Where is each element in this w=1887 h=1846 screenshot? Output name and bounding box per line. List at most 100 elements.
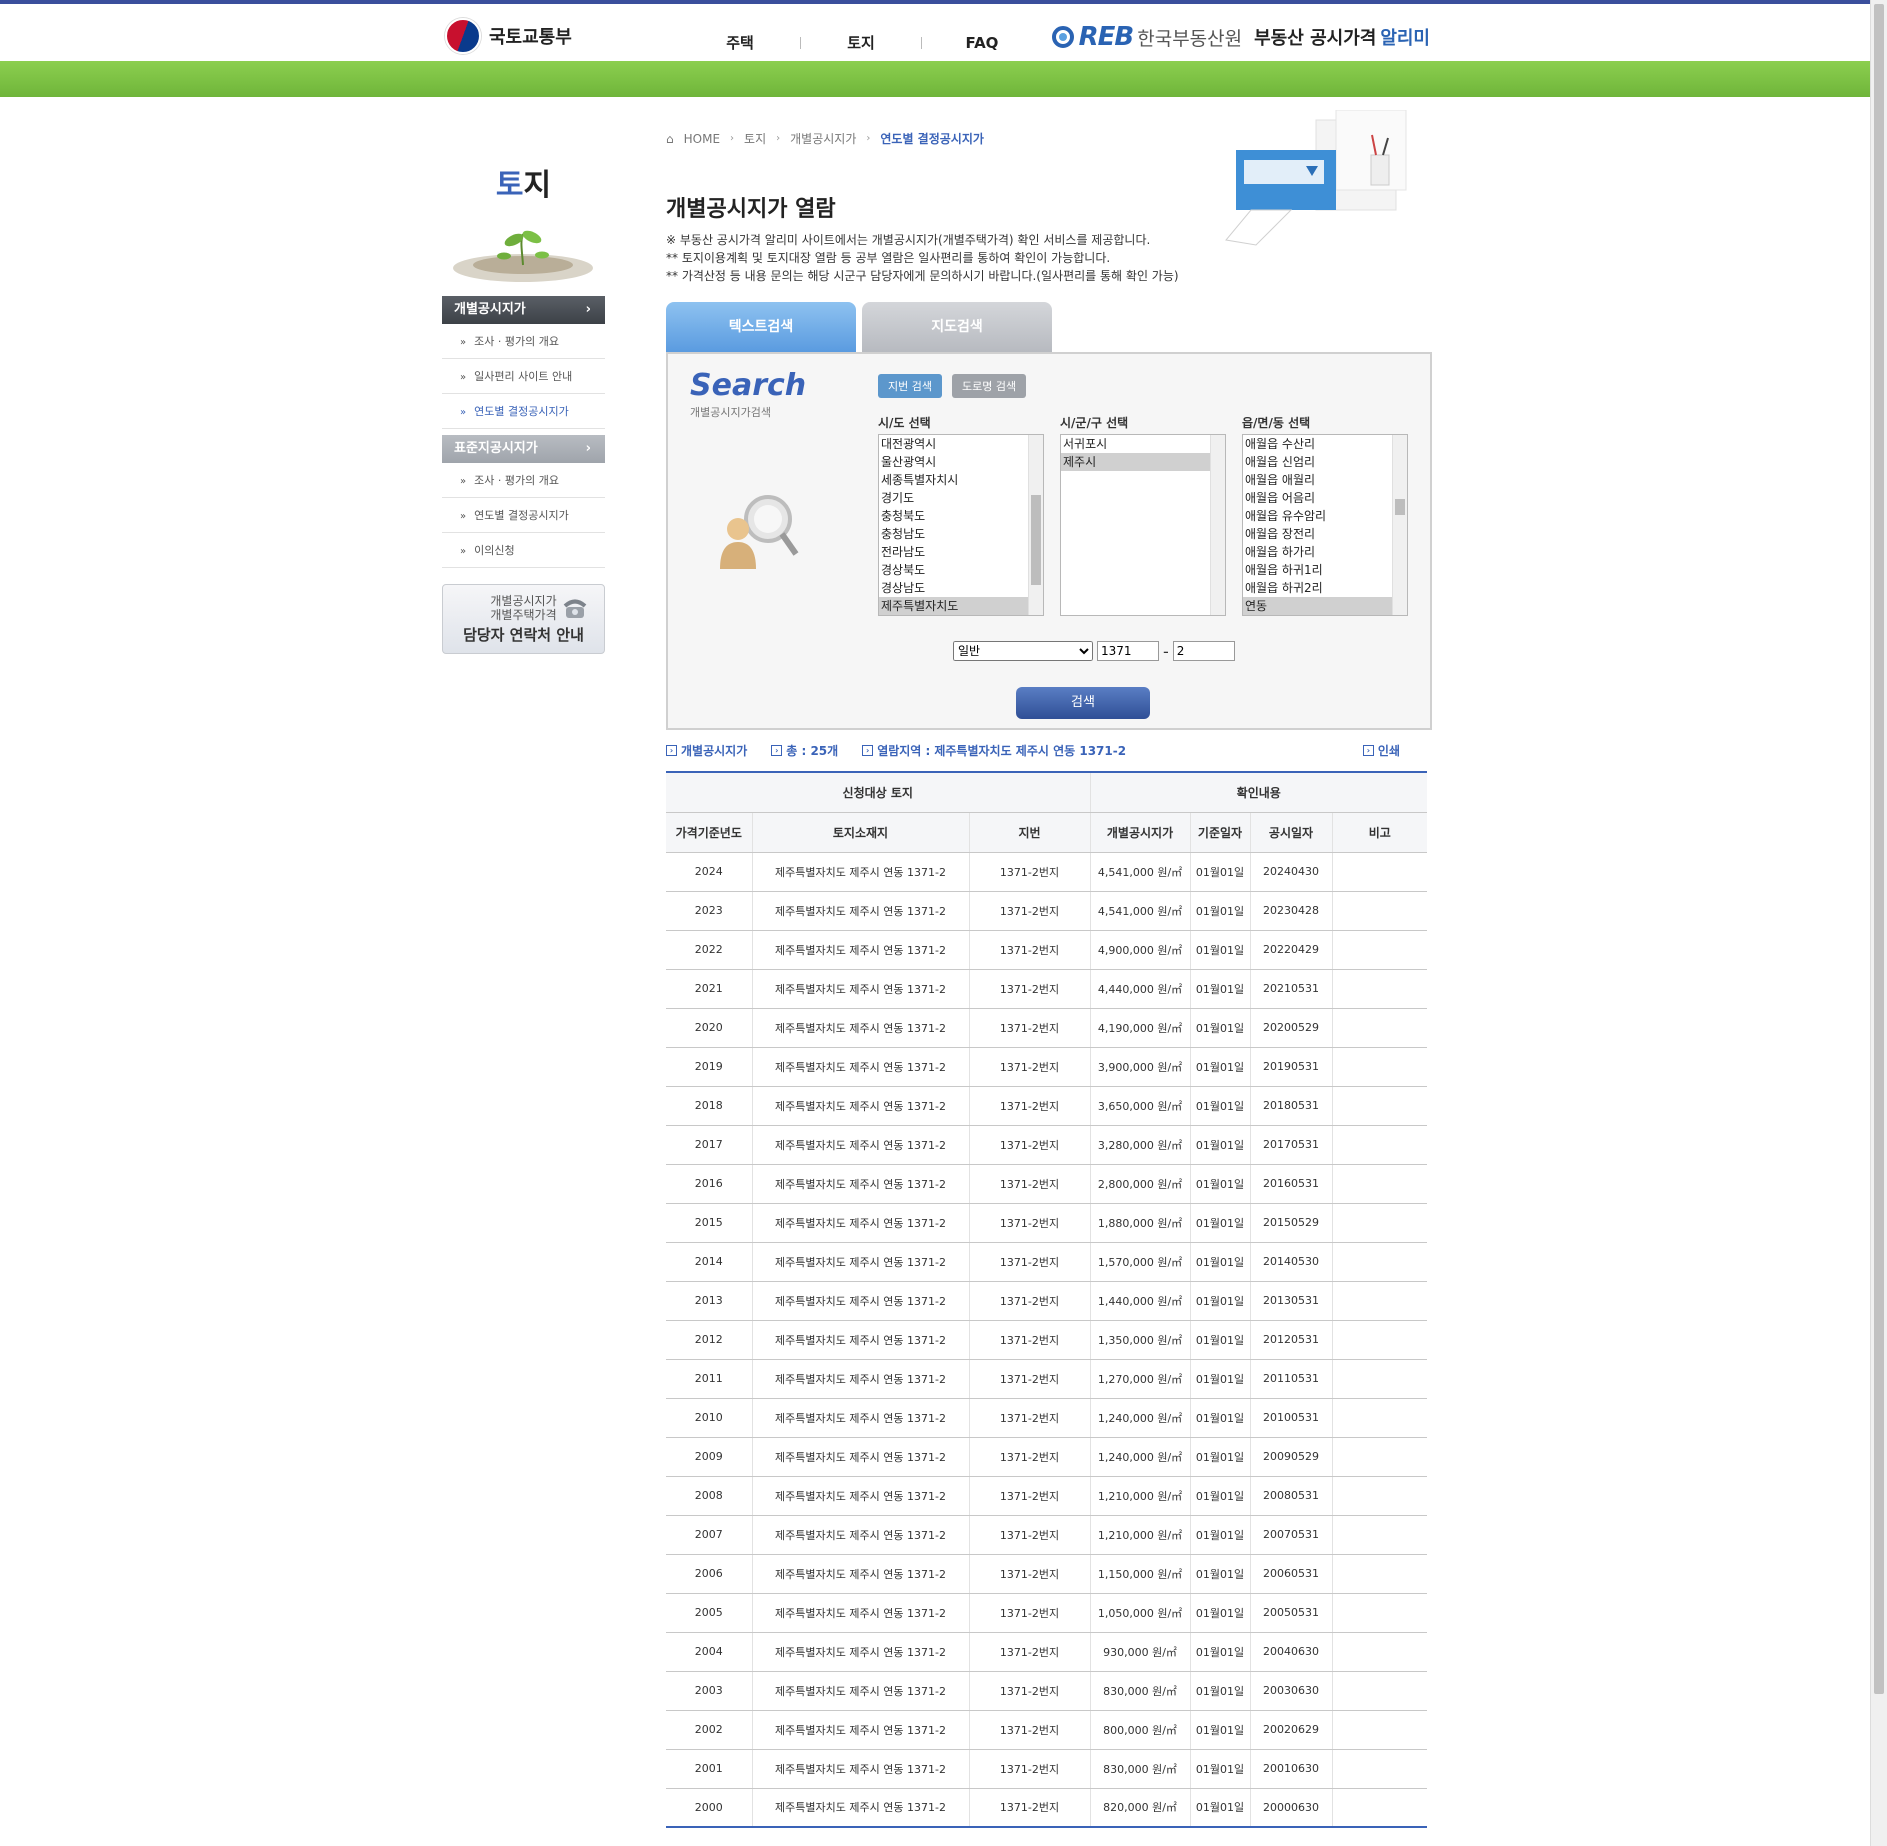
nav-faq[interactable]: FAQ — [922, 34, 1042, 52]
info-total: › 총 : 25개 — [771, 742, 838, 759]
dong-listbox[interactable]: 애월읍 수산리 애월읍 신엄리 애월읍 애월리 애월읍 어음리 애월읍 유수암리 애월읍 … — [1242, 434, 1408, 616]
sprout-illustration-icon — [442, 210, 605, 290]
cell-remarks — [1332, 969, 1427, 1009]
ministry-logo[interactable]: 국토교통부 — [445, 18, 572, 54]
cell-location: 제주특별자치도 제주시 연동 1371-2 — [752, 1203, 970, 1243]
taeguk-emblem-icon — [445, 18, 481, 54]
tab-map-search[interactable]: 지도검색 — [862, 302, 1052, 352]
listbox-option[interactable]: 경상북도 — [879, 561, 1043, 579]
listbox-option[interactable]: 제주시 — [1061, 453, 1225, 471]
cell-jibun: 1371-2번지 — [969, 1554, 1091, 1594]
listbox-option[interactable]: 대전광역시 — [879, 435, 1043, 453]
listbox-option[interactable]: 애월읍 어음리 — [1243, 489, 1407, 507]
col-header-notice-date: 공시일자 — [1250, 812, 1333, 853]
listbox-option[interactable]: 연동 — [1243, 597, 1407, 615]
listbox-option[interactable]: 제주특별자치도 — [879, 597, 1043, 615]
cell-remarks — [1332, 1047, 1427, 1087]
cell-base-date: 01월01일 — [1190, 1359, 1251, 1399]
cell-year: 2020 — [666, 1008, 753, 1048]
table-row: 2009 제주특별자치도 제주시 연동 1371-2 1371-2번지 1,240,0… — [666, 1437, 1427, 1477]
table-row: 2015 제주특별자치도 제주시 연동 1371-2 1371-2번지 1,880,0… — [666, 1203, 1427, 1243]
table-row: 2000 제주특별자치도 제주시 연동 1371-2 1371-2번지 820,000… — [666, 1788, 1427, 1828]
cell-jibun: 1371-2번지 — [969, 1242, 1091, 1282]
listbox-option[interactable]: 경기도 — [879, 489, 1043, 507]
note-line: ** 가격산정 등 내용 문의는 해당 시군구 담당자에게 문의하시기 바랍니다… — [666, 269, 1179, 283]
lnb-item-std-survey-overview[interactable]: 조사 · 평가의 개요 — [442, 463, 605, 498]
tab-text-search[interactable]: 텍스트검색 — [666, 302, 856, 352]
cell-base-date: 01월01일 — [1190, 1281, 1251, 1321]
lnb-head-individual-land-price[interactable]: 개별공시지가 › — [442, 296, 605, 324]
reb-mark: REB — [1078, 22, 1135, 52]
bonbun-input[interactable] — [1097, 641, 1159, 661]
scrollbar-thumb[interactable] — [1874, 4, 1884, 1694]
listbox-option[interactable]: 애월읍 장전리 — [1243, 525, 1407, 543]
cell-year: 2000 — [666, 1788, 753, 1828]
cell-notice-date: 20000630 — [1250, 1788, 1333, 1828]
land-type-select[interactable]: 일반 — [953, 641, 1093, 661]
cell-jibun: 1371-2번지 — [969, 1125, 1091, 1165]
listbox-option[interactable]: 서귀포시 — [1061, 435, 1225, 453]
listbox-option[interactable]: 충청북도 — [879, 507, 1043, 525]
cell-location: 제주특별자치도 제주시 연동 1371-2 — [752, 969, 970, 1009]
listbox-scrollbar[interactable] — [1392, 435, 1407, 615]
cell-location: 제주특별자치도 제주시 연동 1371-2 — [752, 1086, 970, 1126]
listbox-option[interactable]: 애월읍 하가리 — [1243, 543, 1407, 561]
sido-listbox[interactable]: 대전광역시 울산광역시 세종특별자치시 경기도 충청북도 충청남도 전라남도 경상북도 경상남도… — [878, 434, 1044, 616]
listbox-option[interactable]: 애월읍 하귀1리 — [1243, 561, 1407, 579]
table-row: 2012 제주특별자치도 제주시 연동 1371-2 1371-2번지 1,350,0… — [666, 1320, 1427, 1360]
breadcrumb-arrow-icon: › — [866, 133, 871, 144]
lnb-item-yearly-price[interactable]: 연도별 결정공시지가 — [442, 394, 605, 429]
cell-remarks — [1332, 1554, 1427, 1594]
page-scrollbar[interactable] — [1870, 0, 1887, 1846]
cell-remarks — [1332, 1593, 1427, 1633]
nav-land[interactable]: 토지 — [801, 32, 921, 53]
bubun-input[interactable] — [1172, 641, 1235, 661]
listbox-option[interactable]: 애월읍 신엄리 — [1243, 453, 1407, 471]
listbox-scrollbar[interactable] — [1210, 435, 1225, 615]
contact-guide-banner[interactable]: 개별공시지가 개별주택가격 담당자 연락처 안내 — [442, 584, 605, 654]
cell-base-date: 01월01일 — [1190, 1749, 1251, 1789]
lnb-item-objection[interactable]: 이의신청 — [442, 533, 605, 568]
road-search-button[interactable]: 도로명 검색 — [951, 374, 1027, 398]
nav-housing[interactable]: 주택 — [680, 32, 800, 53]
home-icon: ⌂ — [666, 131, 674, 146]
info-label: › 개별공시지가 — [666, 742, 747, 759]
listbox-option[interactable]: 전라남도 — [879, 543, 1043, 561]
print-button[interactable]: › 인쇄 — [1362, 742, 1400, 759]
listbox-option[interactable]: 애월읍 애월리 — [1243, 471, 1407, 489]
cell-notice-date: 20070531 — [1250, 1515, 1333, 1555]
contact-line-3: 담당자 연락처 안내 — [463, 625, 584, 644]
cell-base-date: 01월01일 — [1190, 1125, 1251, 1165]
listbox-option[interactable]: 애월읍 유수암리 — [1243, 507, 1407, 525]
lnb-head-standard-land-price[interactable]: 표준지공시지가 › — [442, 435, 605, 463]
breadcrumb-home[interactable]: HOME — [684, 132, 720, 146]
jibun-search-button[interactable]: 지번 검색 — [878, 374, 942, 398]
user-magnifier-icon — [708, 484, 808, 584]
cell-price: 1,210,000 원/㎡ — [1090, 1515, 1191, 1555]
sigungu-listbox[interactable]: 서귀포시 제주시 — [1060, 434, 1226, 616]
search-submit-button[interactable]: 검색 — [1016, 687, 1150, 719]
listbox-option[interactable]: 애월읍 하귀2리 — [1243, 579, 1407, 597]
cell-price: 800,000 원/㎡ — [1090, 1710, 1191, 1750]
listbox-option[interactable]: 울산광역시 — [879, 453, 1043, 471]
col-header-price: 개별공시지가 — [1090, 812, 1191, 853]
listbox-scrollbar[interactable] — [1028, 435, 1043, 615]
reb-logo[interactable]: REB 한국부동산원 부동산 공시가격 알리미 — [1051, 22, 1430, 52]
lnb-item-survey-overview[interactable]: 조사 · 평가의 개요 — [442, 324, 605, 359]
cell-year: 2018 — [666, 1086, 753, 1126]
cell-base-date: 01월01일 — [1190, 930, 1251, 970]
breadcrumb-individual[interactable]: 개별공시지가 — [790, 130, 856, 147]
lnb-item-ilsa-guide[interactable]: 일사편리 사이트 안내 — [442, 359, 605, 394]
cell-notice-date: 20030630 — [1250, 1671, 1333, 1711]
listbox-option[interactable]: 충청남도 — [879, 525, 1043, 543]
cell-remarks — [1332, 1671, 1427, 1711]
lnb-item-std-yearly-price[interactable]: 연도별 결정공시지가 — [442, 498, 605, 533]
listbox-option[interactable]: 세종특별자치시 — [879, 471, 1043, 489]
breadcrumb-land[interactable]: 토지 — [744, 130, 766, 147]
listbox-option[interactable]: 애월읍 수산리 — [1243, 435, 1407, 453]
cell-base-date: 01월01일 — [1190, 852, 1251, 892]
cell-base-date: 01월01일 — [1190, 1008, 1251, 1048]
phone-icon — [563, 599, 587, 618]
cell-year: 2010 — [666, 1398, 753, 1438]
listbox-option[interactable]: 경상남도 — [879, 579, 1043, 597]
